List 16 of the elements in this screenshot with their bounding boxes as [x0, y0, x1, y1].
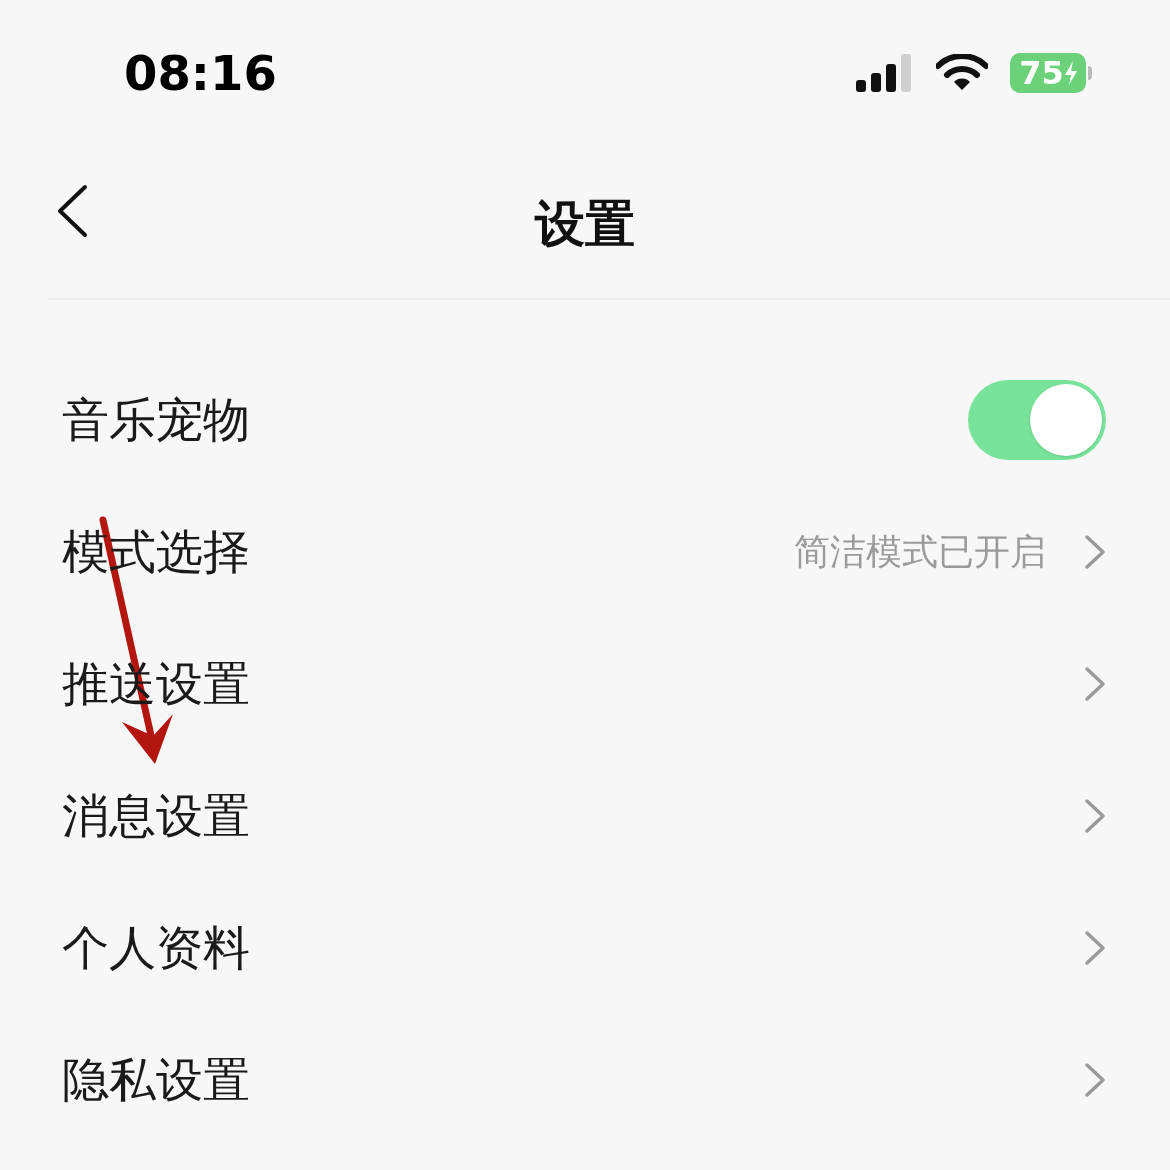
- row-value: 简洁模式已开启: [794, 530, 1046, 574]
- chevron-right-icon: [1084, 798, 1106, 834]
- signal-icon: [856, 54, 914, 92]
- row-label[interactable]: 个人资料: [62, 912, 250, 984]
- page-title: 设置: [535, 193, 635, 255]
- chevron-right-icon: [1084, 666, 1106, 702]
- back-icon: [56, 184, 88, 238]
- chevron-right-icon: [1084, 1062, 1106, 1098]
- chevron-right-icon: [1084, 534, 1106, 570]
- row-label: 音乐宠物: [62, 390, 250, 449]
- row-label[interactable]: 隐私设置: [62, 1044, 250, 1116]
- wifi-icon: [936, 54, 988, 92]
- chevron-right-icon: [1084, 930, 1106, 966]
- status-time: 08:16: [124, 44, 277, 103]
- battery-indicator: 75: [1010, 53, 1092, 93]
- row-label[interactable]: 消息设置: [62, 780, 250, 852]
